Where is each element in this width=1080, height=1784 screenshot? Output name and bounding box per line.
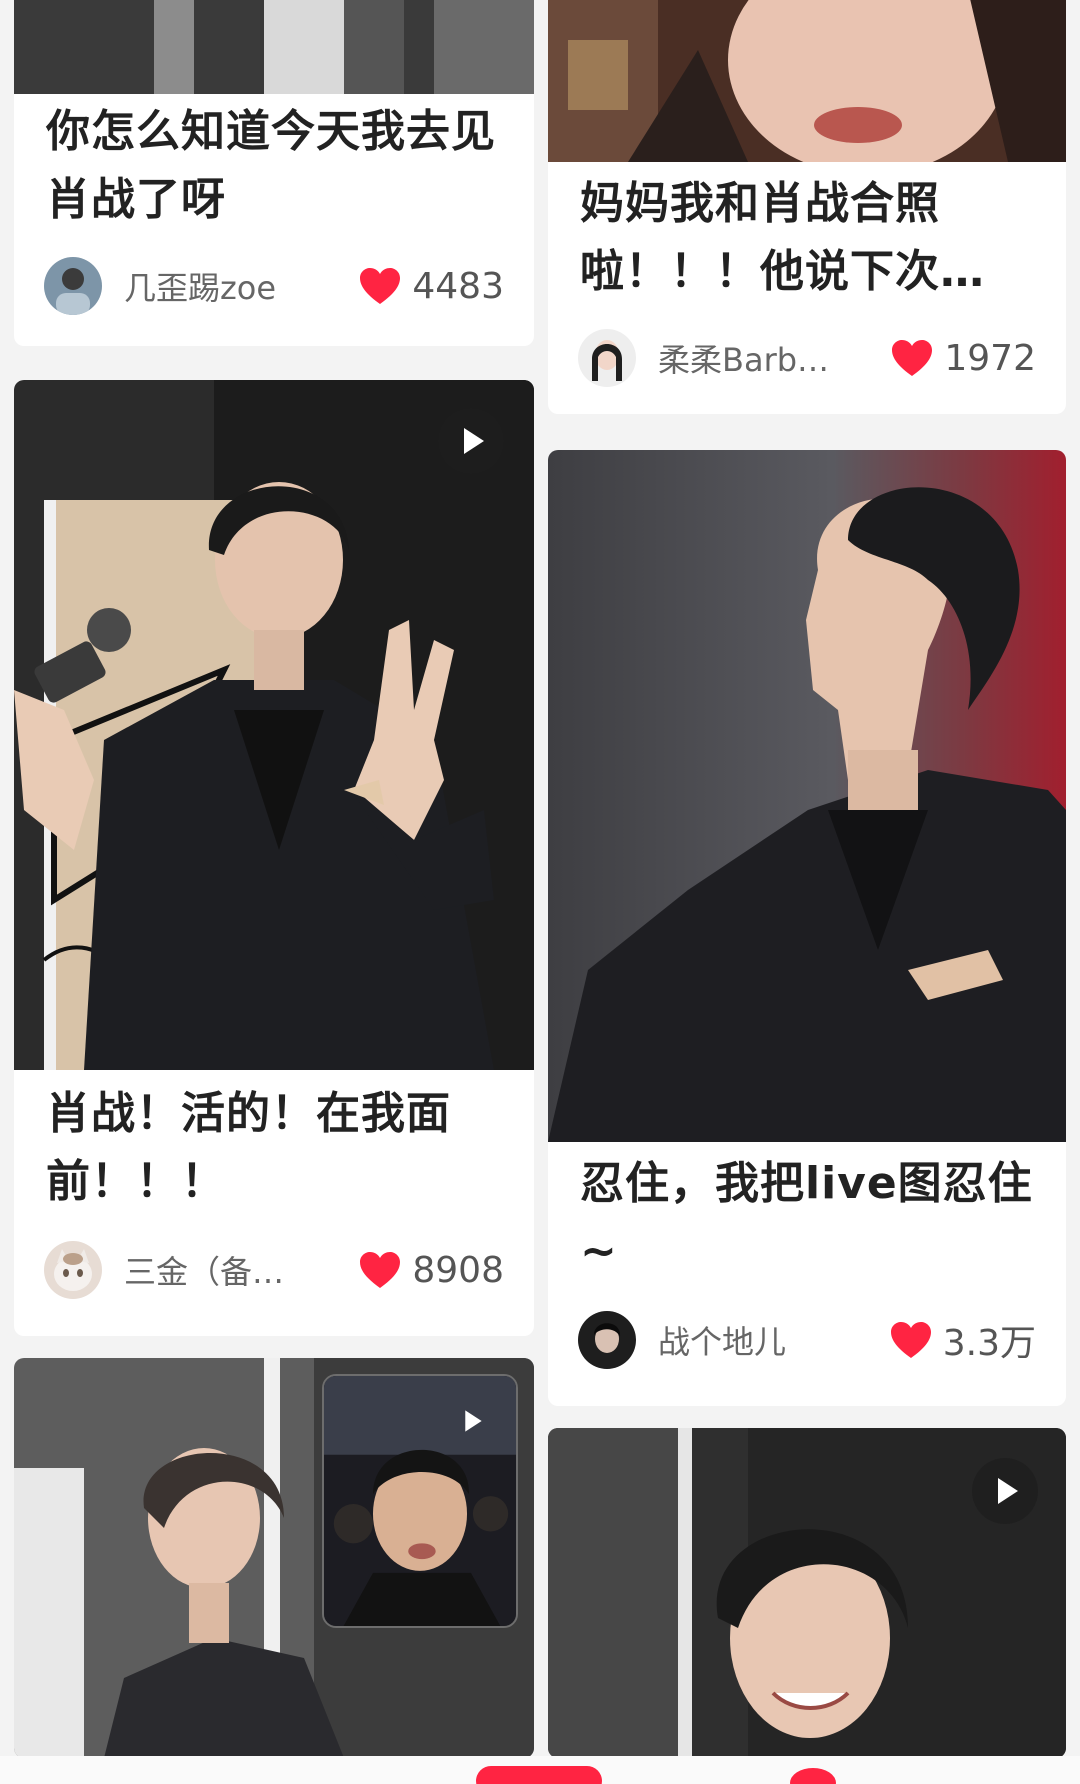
publish-button[interactable] <box>476 1766 602 1784</box>
note-title[interactable]: 肖战！活的！在我面前！！！ <box>46 1080 506 1216</box>
note-cover-image[interactable] <box>548 450 1066 1142</box>
note-card[interactable]: 肖战！活的！在我面前！！！ 三金（备… 8908 <box>14 380 534 1336</box>
note-card[interactable] <box>548 1428 1066 1758</box>
heart-icon <box>890 1322 931 1358</box>
note-cover-image[interactable] <box>548 0 1066 162</box>
avatar[interactable] <box>44 257 102 315</box>
author-name[interactable]: 战个地儿 <box>658 1317 868 1363</box>
note-cover-image[interactable] <box>14 1358 534 1758</box>
note-card[interactable]: 妈妈我和肖战合照啦！！！他说下次… 柔柔Barb… 1972 <box>548 0 1066 414</box>
note-meta: 战个地儿 3.3万 <box>578 1308 1036 1372</box>
note-meta: 柔柔Barb… 1972 <box>578 326 1036 390</box>
pip-video-preview[interactable] <box>322 1374 518 1628</box>
author-name[interactable]: 几歪踢zoe <box>124 263 334 309</box>
note-title[interactable]: 忍住，我把live图忍住~ <box>580 1150 1038 1286</box>
like-count: 1972 <box>944 337 1036 379</box>
note-cover-image[interactable] <box>14 0 534 94</box>
note-cover-image[interactable] <box>548 1428 1066 1758</box>
play-icon[interactable] <box>438 408 504 474</box>
note-meta: 三金（备… 8908 <box>44 1238 504 1302</box>
note-card[interactable]: 你怎么知道今天我去见肖战了呀 几歪踢zoe 4483 <box>14 0 534 346</box>
note-card[interactable]: 忍住，我把live图忍住~ 战个地儿 3.3万 <box>548 450 1066 1406</box>
like-button[interactable]: 4483 <box>358 266 504 307</box>
note-meta: 几歪踢zoe 4483 <box>44 254 504 318</box>
note-card[interactable] <box>14 1358 534 1758</box>
waterfall-feed: 你怎么知道今天我去见肖战了呀 几歪踢zoe 4483 妈妈我和肖战合照啦！！！他… <box>0 0 1080 1784</box>
like-button[interactable]: 3.3万 <box>889 1314 1036 1366</box>
avatar[interactable] <box>44 1241 102 1299</box>
note-cover-image[interactable] <box>14 380 534 1070</box>
play-icon[interactable] <box>444 1394 498 1448</box>
heart-icon <box>360 268 401 304</box>
like-count: 4483 <box>412 265 504 307</box>
heart-icon <box>892 340 933 376</box>
like-button[interactable]: 8908 <box>358 1250 504 1291</box>
heart-icon <box>360 1252 401 1288</box>
play-icon[interactable] <box>972 1458 1038 1524</box>
note-title[interactable]: 妈妈我和肖战合照啦！！！他说下次… <box>580 170 1038 306</box>
author-name[interactable]: 柔柔Barb… <box>658 335 868 381</box>
like-count: 8908 <box>412 1249 504 1291</box>
like-button[interactable]: 1972 <box>890 338 1036 379</box>
avatar[interactable] <box>578 329 636 387</box>
note-title[interactable]: 你怎么知道今天我去见肖战了呀 <box>46 98 506 234</box>
author-name[interactable]: 三金（备… <box>124 1247 334 1293</box>
like-count: 3.3万 <box>942 1323 1036 1364</box>
avatar[interactable] <box>578 1311 636 1369</box>
